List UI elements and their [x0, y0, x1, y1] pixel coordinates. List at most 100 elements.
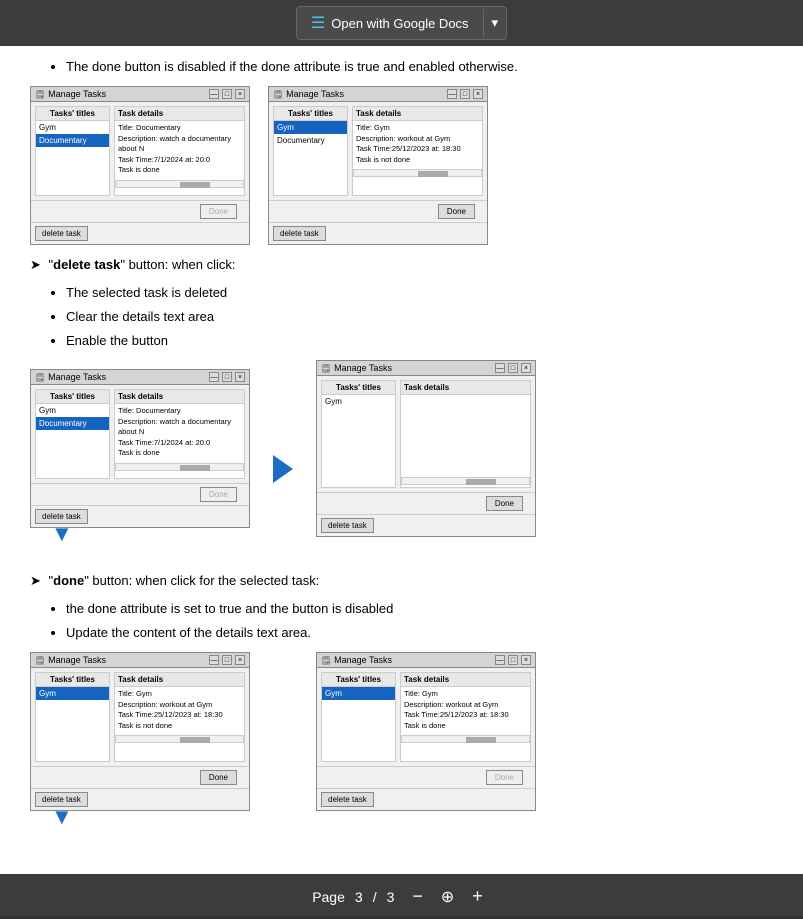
win-icon-3l: 🗒 [35, 656, 45, 665]
down-arrow-left: ▼ [51, 523, 73, 545]
titlebar-2-left: 🗒 Manage Tasks — □ × [31, 370, 249, 385]
page-total: 3 [387, 889, 395, 905]
done-button-1-right[interactable]: Done [438, 204, 475, 219]
win-close-3r[interactable]: × [521, 655, 531, 665]
tasks-title-1-left: Tasks' titles [36, 107, 109, 121]
tasks-title-3-left: Tasks' titles [36, 673, 109, 687]
details-panel-3-left: Task details Title: GymDescription: work… [114, 672, 245, 762]
page-separator: / [373, 889, 377, 905]
details-content-3-right: Title: GymDescription: workout at GymTas… [401, 687, 530, 733]
delete-button-3-right[interactable]: delete task [321, 792, 374, 807]
page-label: Page [312, 889, 345, 905]
win-close-1[interactable]: × [235, 89, 245, 99]
delete-button-1-left[interactable]: delete task [35, 226, 88, 241]
details-panel-3-right: Task details Title: GymDescription: work… [400, 672, 531, 762]
footer-1-left: Done [31, 200, 249, 222]
footer-2-right: Done [317, 492, 535, 514]
details-content-3-left: Title: GymDescription: workout at GymTas… [115, 687, 244, 733]
done-button-1-left[interactable]: Done [200, 204, 237, 219]
task-item-documentary-2l[interactable]: Documentary [36, 417, 109, 430]
first-windows-row: 🗒 Manage Tasks — □ × Tasks' titles Gym D… [30, 86, 773, 245]
win-close-2l[interactable]: × [235, 372, 245, 382]
task-item-gym-3l[interactable]: Gym [36, 687, 109, 700]
win-minimize-1r[interactable]: — [447, 89, 457, 99]
zoom-icon[interactable]: ⊕ [441, 887, 454, 907]
tasks-panel-1-left: Tasks' titles Gym Documentary [35, 106, 110, 196]
details-panel-2-left: Task details Title: DocumentaryDescripti… [114, 389, 245, 479]
win-icon-1r: 🗒 [273, 90, 283, 99]
win-maximize-2l[interactable]: □ [222, 372, 232, 382]
delete-bullet-3: Enable the button [66, 330, 773, 352]
tasks-title-2-left: Tasks' titles [36, 390, 109, 404]
tasks-title-2-right: Tasks' titles [322, 381, 395, 395]
win-close-2r[interactable]: × [521, 363, 531, 373]
window-mock-3-right: 🗒 Manage Tasks — □ × Tasks' titles Gym T… [316, 652, 536, 811]
second-windows-row: 🗒 Manage Tasks — □ × Tasks' titles Gym D… [30, 360, 773, 537]
delete-bullet-2: Clear the details text area [66, 306, 773, 328]
details-title-1-left: Task details [115, 107, 244, 121]
open-docs-dropdown-arrow[interactable]: ▾ [483, 9, 507, 37]
docs-icon: ☰ [311, 13, 325, 33]
window-mock-3-left: 🗒 Manage Tasks — □ × Tasks' titles Gym [30, 652, 250, 811]
win-maximize-3l[interactable]: □ [222, 655, 232, 665]
win-minimize-2l[interactable]: — [209, 372, 219, 382]
details-title-3-right: Task details [401, 673, 530, 687]
window-mock-1-left: 🗒 Manage Tasks — □ × Tasks' titles Gym D… [30, 86, 250, 245]
section-arrow-2: ➤ [30, 573, 41, 588]
win-maximize-2r[interactable]: □ [508, 363, 518, 373]
task-item-gym-1r[interactable]: Gym [274, 121, 347, 134]
page-bar: Page 3 / 3 − ⊕ + [0, 874, 803, 919]
task-item-gym-1[interactable]: Gym [36, 121, 109, 134]
intro-bullet: The done button is disabled if the done … [66, 56, 773, 78]
delete-button-1-right[interactable]: delete task [273, 226, 326, 241]
titlebar-1-right: 🗒 Manage Tasks — □ × [269, 87, 487, 102]
open-with-google-docs-button[interactable]: ☰ Open with Google Docs ▾ [296, 6, 507, 40]
done-button-3-right[interactable]: Done [486, 770, 523, 785]
details-title-1-right: Task details [353, 107, 482, 121]
win-minimize-3r[interactable]: — [495, 655, 505, 665]
footer-2-left: Done [31, 483, 249, 505]
details-title-2-right: Task details [401, 381, 530, 395]
titlebar-3-left: 🗒 Manage Tasks — □ × [31, 653, 249, 668]
win-minimize-2r[interactable]: — [495, 363, 505, 373]
intro-bullet-list: The done button is disabled if the done … [30, 56, 773, 78]
details-title-2-left: Task details [115, 390, 244, 404]
win-title-1-right: Manage Tasks [286, 89, 344, 99]
details-content-2-left: Title: DocumentaryDescription: watch a d… [115, 404, 244, 461]
page-zoom-in-button[interactable]: + [464, 884, 491, 909]
task-item-documentary-1[interactable]: Documentary [36, 134, 109, 147]
win-close-3l[interactable]: × [235, 655, 245, 665]
content-area: The done button is disabled if the done … [0, 46, 803, 916]
win-icon-3r: 🗒 [321, 656, 331, 665]
window-2-left-wrapper: 🗒 Manage Tasks — □ × Tasks' titles Gym D… [30, 369, 250, 528]
open-docs-label: Open with Google Docs [331, 16, 468, 31]
win-title-3-right: Manage Tasks [334, 655, 392, 665]
footer-1-right: Done [269, 200, 487, 222]
done-bold: done [53, 573, 84, 588]
task-item-gym-3r[interactable]: Gym [322, 687, 395, 700]
done-button-2-right[interactable]: Done [486, 496, 523, 511]
task-item-documentary-1r[interactable]: Documentary [274, 134, 347, 147]
win-title-2-right: Manage Tasks [334, 363, 392, 373]
win-maximize-1[interactable]: □ [222, 89, 232, 99]
win-minimize-3l[interactable]: — [209, 655, 219, 665]
titlebar-3-right: 🗒 Manage Tasks — □ × [317, 653, 535, 668]
section-arrow-1: ➤ [30, 257, 41, 272]
titlebar-1-left: 🗒 Manage Tasks — □ × [31, 87, 249, 102]
done-button-2-left[interactable]: Done [200, 487, 237, 502]
win-title-3-left: Manage Tasks [48, 655, 106, 665]
done-bullets: the done attribute is set to true and th… [30, 598, 773, 644]
delete-button-2-right[interactable]: delete task [321, 518, 374, 533]
done-button-3-left[interactable]: Done [200, 770, 237, 785]
delete-task-heading: ➤ "delete task" button: when click: [30, 255, 773, 276]
win-close-1r[interactable]: × [473, 89, 483, 99]
details-content-1-left: Title: DocumentaryDescription: watch a d… [115, 121, 244, 178]
win-maximize-1r[interactable]: □ [460, 89, 470, 99]
tasks-panel-1-right: Tasks' titles Gym Documentary [273, 106, 348, 196]
win-minimize-1[interactable]: — [209, 89, 219, 99]
page-zoom-out-button[interactable]: − [404, 884, 431, 909]
delete-bullet-1: The selected task is deleted [66, 282, 773, 304]
win-maximize-3r[interactable]: □ [508, 655, 518, 665]
task-item-gym-2r[interactable]: Gym [322, 395, 395, 408]
task-item-gym-2l[interactable]: Gym [36, 404, 109, 417]
